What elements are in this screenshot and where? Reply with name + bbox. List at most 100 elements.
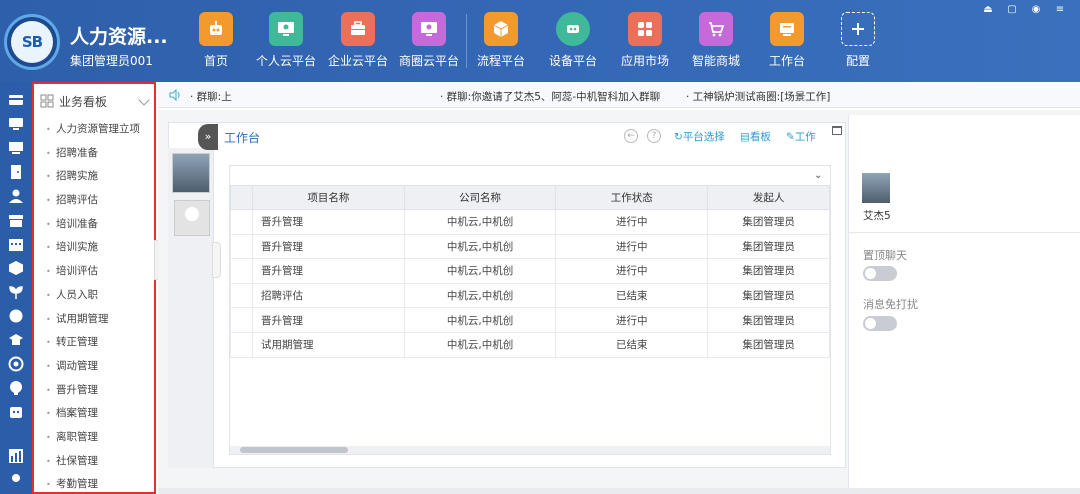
maximize-icon[interactable] <box>832 126 842 135</box>
sidebar-item[interactable]: 培训准备 <box>34 213 154 237</box>
nav-config[interactable]: 配置 <box>823 12 893 69</box>
card-icon[interactable] <box>6 90 26 110</box>
bottom-strip <box>158 488 1080 494</box>
sidebar-item[interactable]: 晋升管理 <box>34 379 154 403</box>
notice-item[interactable]: · 群聊:上 <box>190 89 232 104</box>
sprout-icon[interactable] <box>6 282 26 302</box>
table-cell: 中机云,中机创 <box>403 258 557 284</box>
brain-icon[interactable] <box>6 306 26 326</box>
table-cell: 试用期管理 <box>251 331 405 358</box>
robot-face-icon[interactable] <box>6 402 26 422</box>
person-icon[interactable] <box>6 186 26 206</box>
table-cell: 中机云,中机创 <box>403 307 557 333</box>
table-cell: 集团管理员 <box>707 258 830 284</box>
business-board-sidebar: 业务看板 人力资源管理立项 招聘准备 招聘实施 招聘评估 培训准备 培训实施 培… <box>32 82 156 494</box>
nav-smart-mall[interactable]: 智能商城 <box>681 12 751 69</box>
sidebar-item[interactable]: 招聘评估 <box>34 189 154 213</box>
notice-item[interactable]: · 群聊:你邀请了艾杰5、阿蕊-中机智科加入群聊 <box>440 89 660 104</box>
contact-avatar[interactable] <box>862 173 890 203</box>
nav-personal-cloud[interactable]: 个人云平台 <box>251 12 321 69</box>
table-row[interactable]: 晋升管理 中机云,中机创 进行中 集团管理员 <box>230 233 830 260</box>
sidebar-item[interactable]: 离职管理 <box>34 426 154 450</box>
chat-avatar-column <box>168 148 214 468</box>
mute-toggle[interactable] <box>863 316 897 331</box>
desktop-icon[interactable] <box>6 138 26 158</box>
store-icon[interactable] <box>6 210 26 230</box>
table-cell: 晋升管理 <box>251 233 405 260</box>
nav-workbench[interactable]: 工作台 <box>752 12 822 69</box>
panel-resize-handle[interactable] <box>212 242 221 278</box>
sidebar-item[interactable]: 招聘实施 <box>34 165 154 189</box>
sidebar-item[interactable]: 调动管理 <box>34 355 154 379</box>
bar-chart-icon[interactable] <box>6 446 26 466</box>
target-icon[interactable] <box>6 354 26 374</box>
globe-icon[interactable]: ◉ <box>1028 4 1044 18</box>
avatar[interactable] <box>172 153 210 193</box>
table-cell: 中机云,中机创 <box>403 209 557 235</box>
menu-icon[interactable]: ≡ <box>1052 4 1068 18</box>
sidebar-item[interactable]: 培训实施 <box>34 236 154 260</box>
chevron-down-icon[interactable] <box>138 94 150 106</box>
sidebar-item[interactable]: 培训评估 <box>34 260 154 284</box>
work-button[interactable]: ✎工作 <box>786 129 816 144</box>
table-row[interactable]: 试用期管理 中机云,中机创 已结束 集团管理员 <box>230 331 830 358</box>
table-cell: 进行中 <box>555 233 709 260</box>
nav-label: 流程平台 <box>476 54 525 68</box>
nav-enterprise-cloud[interactable]: 企业云平台 <box>323 12 393 69</box>
table-cell: 进行中 <box>555 307 709 333</box>
lock-icon[interactable]: ▢ <box>1004 4 1020 18</box>
display-icon[interactable] <box>6 114 26 134</box>
sidebar-item[interactable]: 人力资源管理立项 <box>34 118 154 142</box>
back-icon[interactable]: ← <box>624 129 638 143</box>
calendar-icon[interactable] <box>6 234 26 254</box>
help-icon[interactable]: ? <box>647 129 661 143</box>
double-chevron-down-icon[interactable]: ⌄ <box>814 170 824 181</box>
current-user: 集团管理员001 <box>70 54 153 68</box>
box-icon <box>484 12 518 46</box>
notice-bar: · 群聊:上 · 群聊:你邀请了艾杰5、阿蕊-中机智科加入群聊 · 工神锅炉测试… <box>158 82 1080 108</box>
device-icon <box>556 12 590 46</box>
sidebar-item[interactable]: 社保管理 <box>34 450 154 474</box>
nav-business-cloud[interactable]: 商圈云平台 <box>394 12 464 69</box>
table-row[interactable]: 招聘评估 中机云,中机创 已结束 集团管理员 <box>230 282 830 309</box>
scrollbar-thumb[interactable] <box>240 447 348 453</box>
nav-home[interactable]: 首页 <box>181 12 251 69</box>
notice-item[interactable]: · 工神锅炉测试商圈:[场景工作] <box>686 89 830 104</box>
kanban-label: 看板 <box>749 131 771 143</box>
sidebar-item[interactable]: 考勤管理 <box>34 473 154 492</box>
nav-device-platform[interactable]: 设备平台 <box>538 12 608 69</box>
nav-label: 工作台 <box>768 54 805 68</box>
sidebar-title: 业务看板 <box>59 94 108 109</box>
app-logo[interactable]: SB <box>4 14 60 70</box>
upload-icon[interactable]: ⏏ <box>980 4 996 18</box>
sidebar-item[interactable]: 转正管理 <box>34 331 154 355</box>
row-gutter <box>230 307 253 333</box>
table-header-cell[interactable]: 项目名称 <box>251 185 405 210</box>
expand-icon[interactable]: » <box>198 124 218 150</box>
kanban-button[interactable]: ▤看板 <box>740 129 771 144</box>
table-row[interactable]: 晋升管理 中机云,中机创 进行中 集团管理员 <box>230 258 830 284</box>
sidebar-item[interactable]: 人员入职 <box>34 284 154 308</box>
platform-select-button[interactable]: ↻平台选择 <box>674 129 725 144</box>
nav-app-market[interactable]: 应用市场 <box>610 12 680 69</box>
table-header-cell[interactable]: 发起人 <box>707 185 830 210</box>
head-icon[interactable] <box>6 378 26 398</box>
cube-icon[interactable] <box>6 258 26 278</box>
sidebar-header[interactable]: 业务看板 <box>34 84 154 118</box>
pin-chat-toggle[interactable] <box>863 266 897 281</box>
sidebar-item[interactable]: 招聘准备 <box>34 142 154 166</box>
door-icon[interactable] <box>6 162 26 182</box>
sidebar-item[interactable]: 档案管理 <box>34 402 154 426</box>
table-row[interactable]: 晋升管理 中机云,中机创 进行中 集团管理员 <box>230 209 830 235</box>
graduation-icon[interactable] <box>6 330 26 350</box>
table-header-cell[interactable]: 工作状态 <box>555 185 709 210</box>
sidebar-item[interactable]: 试用期管理 <box>34 308 154 332</box>
horizontal-scrollbar[interactable] <box>230 446 830 454</box>
avatar-placeholder[interactable] <box>174 200 210 236</box>
row-gutter <box>230 258 253 284</box>
nav-process-platform[interactable]: 流程平台 <box>466 12 536 69</box>
table-row[interactable]: 晋升管理 中机云,中机创 进行中 集团管理员 <box>230 307 830 333</box>
table-header-cell <box>230 185 253 210</box>
user-badge-icon[interactable] <box>6 470 26 490</box>
table-header-cell[interactable]: 公司名称 <box>403 185 557 210</box>
